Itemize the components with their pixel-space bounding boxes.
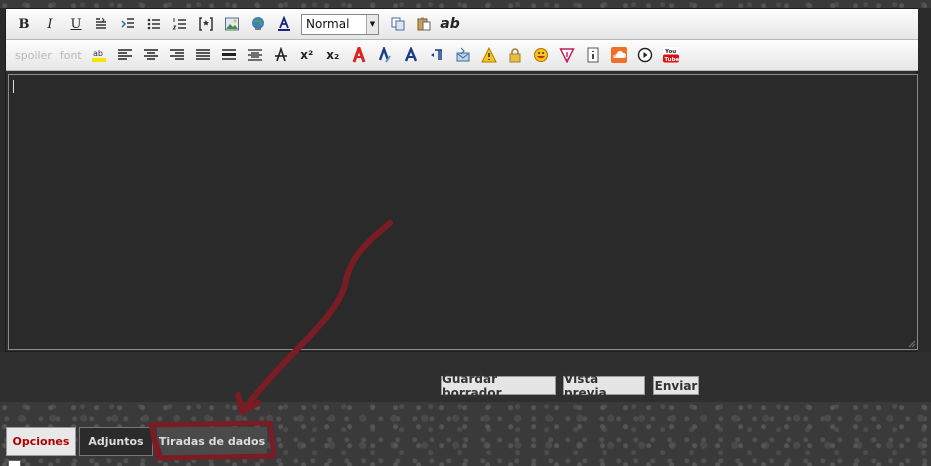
- image-icon[interactable]: [219, 13, 245, 35]
- align-center-icon[interactable]: [138, 44, 164, 66]
- editor-toolbar-row-1: B I U Normal ▼ ab: [6, 9, 918, 40]
- strikethrough-icon[interactable]: [268, 44, 294, 66]
- tab-dice-rolls[interactable]: Tiradas de dados: [157, 427, 267, 456]
- text-caret: [13, 80, 14, 93]
- align-left-icon[interactable]: [112, 44, 138, 66]
- spoiler-button[interactable]: spoiler: [11, 49, 56, 62]
- font-size-value: Normal: [306, 17, 350, 31]
- background-texture-top: [0, 0, 931, 8]
- strikethrough-lines-icon[interactable]: [242, 44, 268, 66]
- text-direction-icon[interactable]: [424, 44, 450, 66]
- numbered-list-icon[interactable]: [167, 13, 193, 35]
- align-justify-icon[interactable]: [190, 44, 216, 66]
- subscript-button[interactable]: x₂: [320, 44, 346, 66]
- send-button[interactable]: Enviar: [653, 376, 699, 395]
- svg-text:ab: ab: [93, 49, 103, 58]
- tab-attachments[interactable]: Adjuntos: [79, 427, 153, 456]
- soundcloud-icon[interactable]: [606, 44, 632, 66]
- svg-text:Tube: Tube: [664, 57, 679, 63]
- message-textarea[interactable]: [8, 74, 918, 350]
- font-blue-icon[interactable]: [372, 44, 398, 66]
- underline-button[interactable]: U: [63, 13, 89, 35]
- preview-button[interactable]: Vista previa: [563, 372, 645, 400]
- paste-icon[interactable]: [411, 13, 437, 35]
- horizontal-rule-icon[interactable]: [216, 44, 242, 66]
- resize-grip-icon[interactable]: [908, 340, 916, 348]
- text-color-icon[interactable]: [271, 13, 297, 35]
- code-icon[interactable]: [193, 13, 219, 35]
- font-shadow-icon[interactable]: [398, 44, 424, 66]
- indent-icon[interactable]: [115, 13, 141, 35]
- flag-triangle-icon[interactable]: [554, 44, 580, 66]
- save-draft-button[interactable]: Guardar borrador: [441, 372, 556, 400]
- editor-toolbar-row-2: spoiler font ab x² x₂ You Tube: [6, 40, 918, 71]
- lock-icon[interactable]: [502, 44, 528, 66]
- copy-icon[interactable]: [385, 13, 411, 35]
- font-red-icon[interactable]: [346, 44, 372, 66]
- emoticon-icon[interactable]: [528, 44, 554, 66]
- link-globe-icon[interactable]: [245, 13, 271, 35]
- quote-icon[interactable]: [450, 44, 476, 66]
- highlight-icon[interactable]: ab: [86, 44, 112, 66]
- font-button[interactable]: font: [56, 49, 86, 62]
- bold-button[interactable]: B: [11, 13, 37, 35]
- italic-button[interactable]: I: [37, 13, 63, 35]
- youtube-icon[interactable]: You Tube: [658, 44, 684, 66]
- font-size-select[interactable]: Normal ▼: [301, 13, 379, 35]
- chevron-down-icon: ▼: [366, 14, 378, 34]
- info-page-icon[interactable]: [580, 44, 606, 66]
- warning-icon[interactable]: [476, 44, 502, 66]
- tab-options[interactable]: Opciones: [6, 427, 76, 456]
- align-left-indent-icon[interactable]: [89, 13, 115, 35]
- remove-format-button[interactable]: ab: [437, 13, 463, 35]
- bullet-list-icon[interactable]: [141, 13, 167, 35]
- play-video-icon[interactable]: [632, 44, 658, 66]
- message-editor: B I U Normal ▼ ab spoiler font ab x² x₂ …: [5, 8, 918, 352]
- option-checkbox[interactable]: [8, 460, 21, 466]
- superscript-button[interactable]: x²: [294, 44, 320, 66]
- align-right-icon[interactable]: [164, 44, 190, 66]
- svg-text:You: You: [664, 49, 676, 55]
